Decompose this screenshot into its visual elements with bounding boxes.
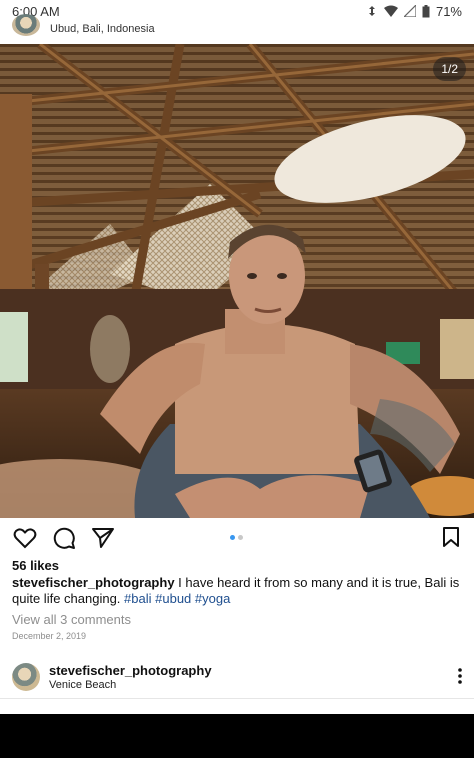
- hashtag-yoga[interactable]: #yoga: [195, 591, 230, 606]
- heart-icon[interactable]: [12, 525, 38, 551]
- share-icon[interactable]: [90, 525, 116, 551]
- avatar[interactable]: [12, 663, 40, 691]
- yoga-pavilion-photo: [0, 44, 474, 518]
- post-actions: [0, 524, 474, 552]
- view-comments-link[interactable]: View all 3 comments: [12, 612, 131, 627]
- bookmark-icon[interactable]: [442, 526, 460, 553]
- post-caption: stevefischer_photography I have heard it…: [12, 575, 462, 607]
- post-date: December 2, 2019: [12, 631, 87, 641]
- next-post-location[interactable]: Venice Beach: [49, 679, 212, 691]
- carousel-dot-active: [230, 535, 235, 540]
- post-photo[interactable]: 1/2: [0, 44, 474, 518]
- post-author-avatar[interactable]: [12, 14, 40, 36]
- post-header: Ubud, Bali, Indonesia: [0, 14, 474, 42]
- hashtag-bali[interactable]: #bali: [124, 591, 151, 606]
- divider: [0, 698, 474, 699]
- system-navigation-bar: [0, 714, 474, 758]
- post-location[interactable]: Ubud, Bali, Indonesia: [50, 23, 155, 35]
- next-post-username[interactable]: stevefischer_photography: [49, 663, 212, 678]
- carousel-indicator: [230, 535, 243, 540]
- carousel-dot: [238, 535, 243, 540]
- hashtag-ubud[interactable]: #ubud: [155, 591, 191, 606]
- next-post-header: stevefischer_photography Venice Beach: [0, 657, 474, 697]
- more-options-icon[interactable]: [458, 668, 462, 689]
- photo-counter: 1/2: [433, 57, 466, 81]
- comment-icon[interactable]: [51, 525, 77, 551]
- likes-count[interactable]: 56 likes: [12, 558, 59, 573]
- next-post-meta: stevefischer_photography Venice Beach: [49, 663, 212, 691]
- caption-username[interactable]: stevefischer_photography: [12, 575, 175, 590]
